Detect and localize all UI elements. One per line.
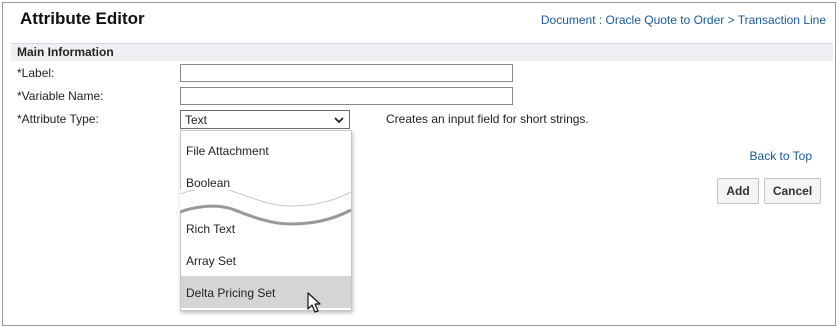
label-field-label: *Label: [17,66,55,80]
option-label: File Attachment [186,144,269,158]
option-label: Array Set [186,254,237,268]
section-title: Main Information [17,45,114,59]
option-label: Delta Pricing Set [186,286,276,300]
page-title: Attribute Editor [20,9,145,28]
option-file-attachment[interactable]: File Attachment [181,134,351,166]
option-array-set[interactable]: Array Set [181,244,351,276]
variable-name-input[interactable] [180,87,513,105]
back-to-top-link[interactable]: Back to Top [750,149,812,163]
chevron-down-icon [334,117,344,124]
add-button[interactable]: Add [717,178,759,204]
label-input[interactable] [180,64,513,82]
list-break-wave [180,190,351,226]
section-header: Main Information [11,43,833,61]
cancel-button[interactable]: Cancel [764,178,821,204]
breadcrumb[interactable]: Document : Oracle Quote to Order > Trans… [541,13,826,27]
mouse-cursor-icon [307,292,321,313]
attribute-type-hint: Creates an input field for short strings… [386,112,589,126]
variable-name-label: *Variable Name: [17,89,104,103]
attribute-type-selected: Text [185,113,208,127]
option-label: Boolean [186,176,231,190]
attribute-type-select[interactable]: Text [180,110,350,129]
option-delta-pricing-set[interactable]: Delta Pricing Set [181,276,351,308]
attribute-type-label: *Attribute Type: [17,112,99,126]
